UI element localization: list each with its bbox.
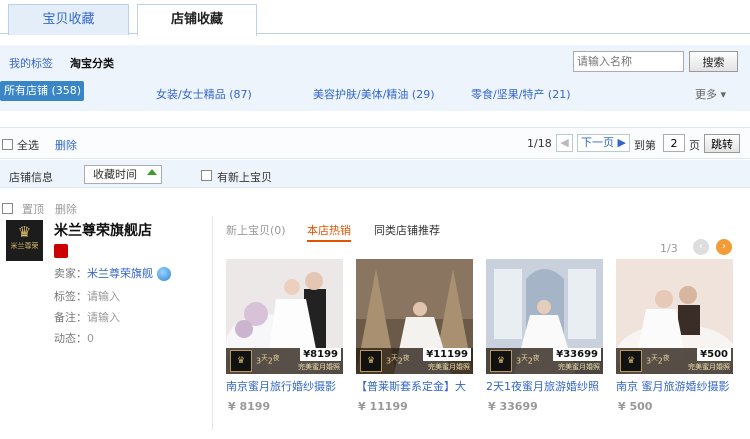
product-card[interactable]: ♛ 3天2夜 ¥33699 完美蜜月婚照 — [486, 259, 603, 374]
banner-mark: 3天2夜 — [516, 354, 540, 366]
seller-name-link[interactable]: 米兰尊荣旗舰 — [87, 267, 153, 280]
search-button[interactable]: 搜索 — [689, 51, 738, 72]
product-price: ¥ 500 — [618, 400, 653, 413]
product-title[interactable]: 南京 蜜月旅游婚纱摄影 — [616, 378, 734, 394]
brand-mark-icon: ♛ — [230, 350, 252, 372]
new-items-checkbox[interactable] — [201, 170, 212, 181]
pin-shop-link[interactable]: 置顶 — [22, 201, 44, 217]
my-tags-link[interactable]: 我的标签 — [9, 55, 53, 71]
product-price: ¥ 11199 — [358, 400, 408, 413]
category-all-shops[interactable]: 所有店铺 (358) — [0, 81, 84, 101]
product-price: ¥ 33699 — [488, 400, 538, 413]
banner-subtitle: 完美蜜月婚照 — [688, 363, 730, 371]
search-input[interactable] — [573, 51, 684, 72]
product-banner: ♛ 3天2夜 ¥11199 完美蜜月婚照 — [356, 348, 473, 374]
product-price: ¥ 8199 — [228, 400, 271, 413]
banner-mark: 3天2夜 — [256, 354, 280, 366]
page-info: 1/18 — [527, 137, 552, 150]
shop-info-header: 店铺信息 — [9, 171, 53, 184]
tags-label: 标签： — [54, 290, 87, 303]
product-banner: ♛ 3天2夜 ¥33699 完美蜜月婚照 — [486, 348, 603, 374]
go-page-button[interactable]: 跳转 — [704, 134, 740, 153]
product-banner: ♛ 3天2夜 ¥8199 完美蜜月婚照 — [226, 348, 343, 374]
banner-mark: 3天2夜 — [386, 354, 410, 366]
batch-delete-link[interactable]: 删除 — [55, 137, 77, 153]
notes-row: 备注：请输入 — [54, 309, 120, 325]
dynamic-value: 0 — [87, 332, 94, 345]
dynamic-row: 动态：0 — [54, 330, 94, 346]
brand-mark-icon: ♛ — [360, 350, 382, 372]
seller-row: 卖家：米兰尊荣旗舰 — [54, 265, 171, 281]
product-tag-price: ¥33699 — [553, 348, 601, 361]
product-tag-price: ¥8199 — [300, 348, 341, 361]
shop-logo[interactable]: ♛ 米兰尊荣 — [6, 220, 43, 261]
notes-input[interactable]: 请输入 — [87, 311, 120, 324]
banner-mark: 3天2夜 — [646, 354, 670, 366]
product-tag-price: ¥11199 — [423, 348, 471, 361]
tags-input[interactable]: 请输入 — [87, 290, 120, 303]
sort-collect-time-label: 收藏时间 — [93, 168, 137, 181]
banner-subtitle: 完美蜜月婚照 — [558, 363, 600, 371]
page-suffix: 页 — [689, 139, 700, 152]
product-title[interactable]: 南京蜜月旅行婚纱摄影 — [226, 378, 344, 394]
shop-name[interactable]: 米兰尊荣旗舰店 — [54, 220, 152, 240]
select-all-checkbox[interactable] — [2, 139, 13, 150]
product-card[interactable]: ♛ 3天2夜 ¥8199 完美蜜月婚照 — [226, 259, 343, 374]
arrow-up-icon — [147, 169, 157, 175]
goto-label: 到第 — [634, 139, 656, 152]
crest-icon: ♛ — [17, 223, 32, 241]
tab-new-items[interactable]: 新上宝贝(0) — [226, 222, 286, 238]
carousel-next-button[interactable]: › — [716, 239, 732, 255]
dynamic-label: 动态： — [54, 332, 87, 345]
product-card[interactable]: ♛ 3天2夜 ¥11199 完美蜜月婚照 — [356, 259, 473, 374]
category-snacks[interactable]: 零食/坚果/特产 (21) — [471, 86, 571, 102]
select-all-label: 全选 — [17, 139, 39, 152]
tab-shop-favorites[interactable]: 店铺收藏 — [137, 4, 257, 36]
product-title[interactable]: 【普莱斯套系定金】大 — [356, 378, 474, 394]
product-banner: ♛ 3天2夜 ¥500 完美蜜月婚照 — [616, 348, 733, 374]
product-title[interactable]: 2天1夜蜜月旅游婚纱照 — [486, 378, 604, 394]
product-pager: 1/3 — [660, 242, 678, 255]
wangwang-chat-icon[interactable] — [156, 267, 171, 281]
next-page-button[interactable]: 下一页 ▶ — [577, 134, 630, 152]
tab-item-favorites[interactable]: 宝贝收藏 — [8, 4, 129, 35]
notes-label: 备注： — [54, 311, 87, 324]
category-beauty[interactable]: 美容护肤/美体/精油 (29) — [313, 86, 435, 102]
shop-divider — [212, 216, 213, 430]
sort-collect-time-button[interactable]: 收藏时间 — [84, 165, 162, 184]
prev-page-button[interactable]: ◀ — [556, 134, 573, 152]
shop-select-checkbox[interactable] — [2, 203, 13, 214]
tab-hot-items[interactable]: 本店热销 — [307, 222, 351, 242]
tab-similar-shops[interactable]: 同类店铺推荐 — [374, 222, 440, 238]
brand-mark-icon: ♛ — [490, 350, 512, 372]
taobao-category-tab[interactable]: 淘宝分类 — [70, 55, 114, 71]
shop-logo-text: 米兰尊荣 — [10, 242, 39, 250]
product-card[interactable]: ♛ 3天2夜 ¥500 完美蜜月婚照 — [616, 259, 733, 374]
new-items-label: 有新上宝贝 — [217, 171, 272, 184]
page-number-input[interactable] — [663, 134, 685, 152]
category-womens-apparel[interactable]: 女装/女士精品 (87) — [156, 86, 252, 102]
product-tag-price: ¥500 — [697, 348, 731, 361]
banner-subtitle: 完美蜜月婚照 — [298, 363, 340, 371]
seller-label: 卖家： — [54, 267, 87, 280]
more-categories-dropdown[interactable]: 更多 ▾ — [695, 86, 726, 102]
carousel-prev-button[interactable]: ‹ — [693, 239, 709, 255]
brand-mark-icon: ♛ — [620, 350, 642, 372]
seller-badge-icon — [54, 244, 68, 258]
delete-shop-link[interactable]: 删除 — [55, 201, 77, 217]
banner-subtitle: 完美蜜月婚照 — [428, 363, 470, 371]
tags-row: 标签：请输入 — [54, 288, 120, 304]
